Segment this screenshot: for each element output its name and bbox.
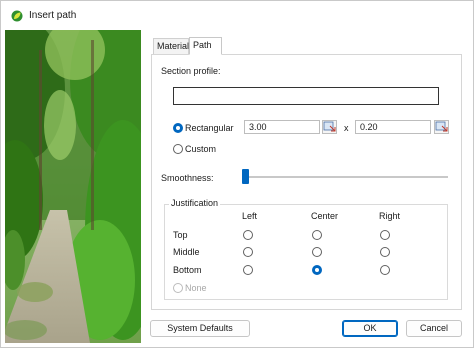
rectangular-label: Rectangular xyxy=(185,123,234,133)
justify-middle-right-radio[interactable] xyxy=(380,247,390,257)
smoothness-label: Smoothness: xyxy=(161,173,214,183)
rectangle-height-field[interactable]: 0.20 xyxy=(355,120,431,134)
tab-material[interactable]: Material xyxy=(153,38,189,54)
custom-radio[interactable] xyxy=(173,144,183,154)
justify-bottom-left-radio[interactable] xyxy=(243,265,253,275)
justify-middle-left-radio[interactable] xyxy=(243,247,253,257)
insert-path-dialog: Insert path Material Path Section profil… xyxy=(0,0,474,348)
smoothness-slider-track[interactable] xyxy=(244,176,448,178)
column-center-label: Center xyxy=(311,211,339,221)
rectangular-radio[interactable] xyxy=(173,123,183,133)
pick-from-model-icon xyxy=(435,121,448,132)
rectangle-width-field[interactable]: 3.00 xyxy=(244,120,320,134)
justify-top-left-radio[interactable] xyxy=(243,230,253,240)
ok-button[interactable]: OK xyxy=(342,320,398,337)
cancel-button[interactable]: Cancel xyxy=(406,320,462,337)
row-top-label: Top xyxy=(173,230,188,240)
pick-height-button[interactable] xyxy=(434,120,449,134)
column-right-label: Right xyxy=(379,211,401,221)
window-title: Insert path xyxy=(29,10,77,21)
justify-bottom-center-radio[interactable] xyxy=(312,265,322,275)
pick-from-model-icon xyxy=(323,121,336,132)
row-middle-label: Middle xyxy=(173,247,200,257)
justify-none-label: None xyxy=(185,283,207,293)
justify-top-center-radio[interactable] xyxy=(312,230,322,240)
justification-group xyxy=(164,204,448,300)
path-preview-image xyxy=(5,30,141,343)
justify-top-right-radio[interactable] xyxy=(380,230,390,240)
justify-middle-center-radio[interactable] xyxy=(312,247,322,257)
tab-path[interactable]: Path xyxy=(189,37,222,55)
row-bottom-label: Bottom xyxy=(173,265,202,275)
section-profile-label: Section profile: xyxy=(161,66,221,76)
app-leaf-icon xyxy=(11,10,23,22)
dimension-separator: x xyxy=(344,123,349,133)
smoothness-slider-thumb[interactable] xyxy=(242,169,249,184)
justify-none-radio xyxy=(173,283,183,293)
custom-label: Custom xyxy=(185,144,217,154)
pick-width-button[interactable] xyxy=(322,120,337,134)
title-bar[interactable]: Insert path xyxy=(1,1,473,29)
column-left-label: Left xyxy=(242,211,258,221)
justify-bottom-right-radio[interactable] xyxy=(380,265,390,275)
section-profile-field[interactable] xyxy=(173,87,439,105)
justification-title: Justification xyxy=(169,198,221,208)
system-defaults-button[interactable]: System Defaults xyxy=(150,320,250,337)
